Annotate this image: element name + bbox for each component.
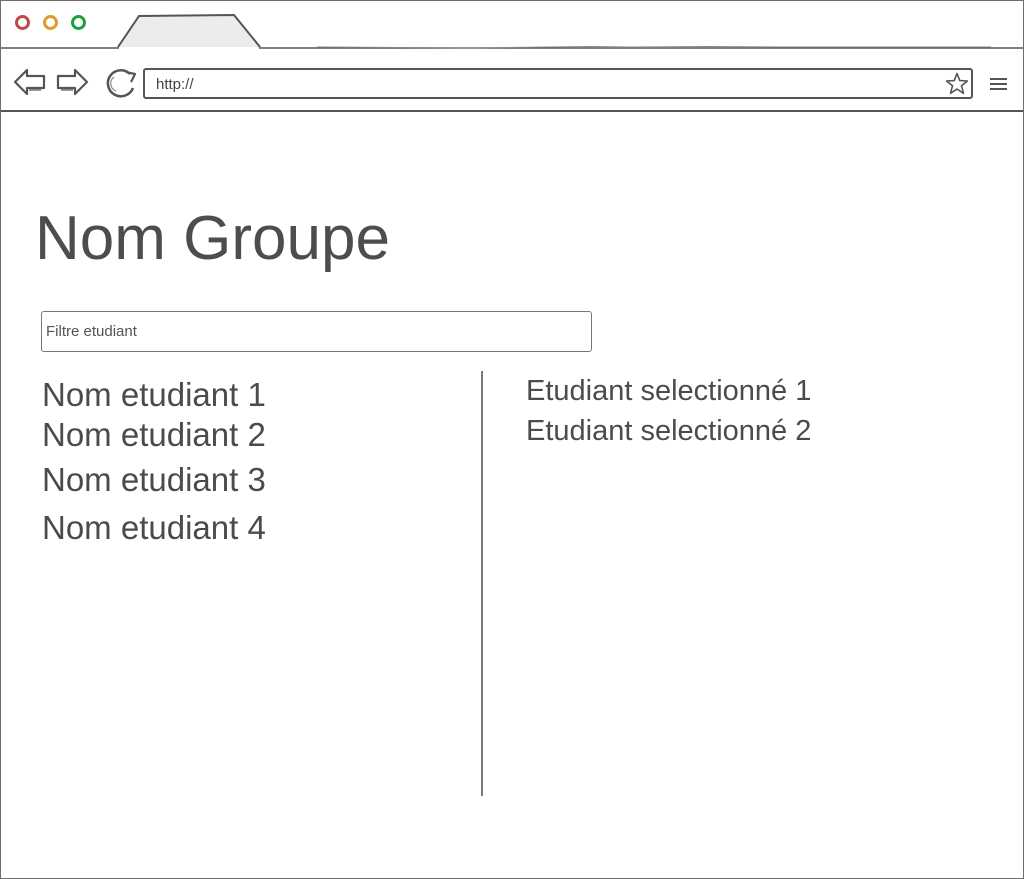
selected-student-item[interactable]: Etudiant selectionné 2 — [526, 413, 811, 449]
minimize-window-dot[interactable] — [43, 15, 58, 30]
url-input[interactable] — [156, 76, 936, 93]
student-filter-input[interactable] — [41, 311, 592, 352]
student-list-item[interactable]: Nom etudiant 1 — [42, 375, 266, 415]
address-bar[interactable] — [143, 68, 973, 99]
close-window-dot[interactable] — [15, 15, 30, 30]
title-bar — [1, 1, 1023, 49]
column-divider — [481, 371, 483, 796]
browser-window: Nom Groupe Nom etudiant 1 Nom etudiant 2… — [0, 0, 1024, 879]
student-list-item[interactable]: Nom etudiant 2 — [42, 415, 266, 455]
reload-icon[interactable] — [104, 66, 140, 100]
hamburger-menu-icon[interactable] — [989, 77, 1009, 91]
page-title: Nom Groupe — [35, 204, 390, 273]
back-arrow-icon[interactable] — [13, 67, 47, 97]
forward-arrow-icon[interactable] — [55, 67, 89, 97]
student-list-item[interactable]: Nom etudiant 4 — [42, 508, 266, 548]
browser-tab[interactable] — [117, 14, 263, 48]
student-list-item[interactable]: Nom etudiant 3 — [42, 460, 266, 500]
toolbar-divider — [1, 110, 1023, 112]
star-icon[interactable] — [945, 72, 969, 96]
browser-toolbar — [1, 47, 1023, 111]
maximize-window-dot[interactable] — [71, 15, 86, 30]
selected-student-item[interactable]: Etudiant selectionné 1 — [526, 373, 811, 409]
